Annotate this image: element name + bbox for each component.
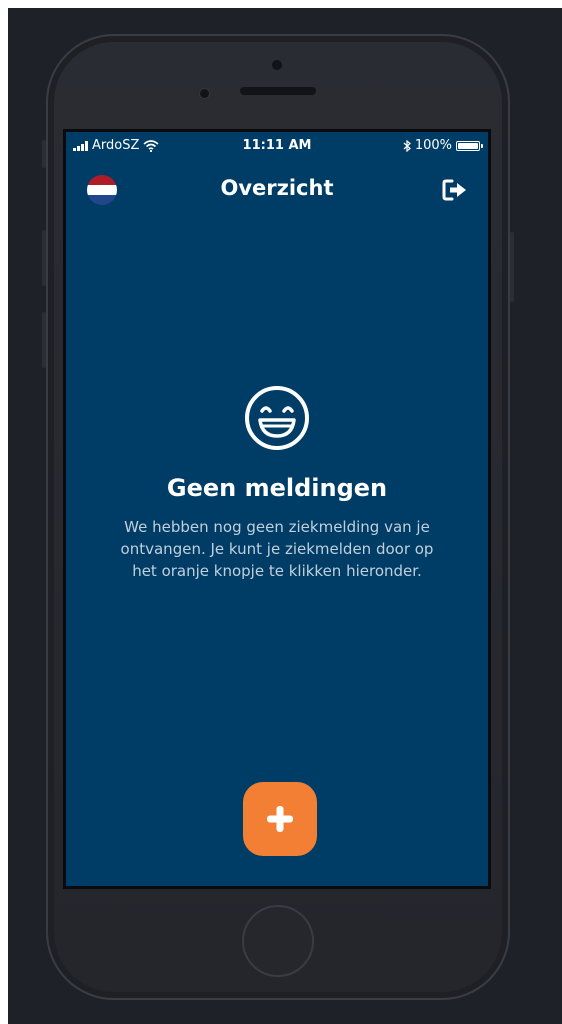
app-screen: ArdoSZ 11:11 AM 100% Overzicht Geen meld…: [63, 129, 491, 889]
empty-state-message: We hebben nog geen ziekmelding van je on…: [120, 518, 434, 580]
phone-volume-down-button: [42, 312, 46, 368]
page-title: Overzicht: [220, 176, 334, 200]
front-camera: [272, 60, 282, 70]
phone-mute-switch: [42, 140, 46, 168]
phone-home-button: [242, 905, 314, 977]
proximity-sensor: [199, 88, 210, 99]
empty-state: Geen meldingen We hebben nog geen ziekme…: [66, 384, 488, 582]
plus-icon: [267, 806, 293, 832]
smiley-icon: [245, 386, 309, 450]
phone-power-button: [510, 232, 514, 302]
add-sick-report-button[interactable]: [243, 782, 317, 856]
battery-percentage: 100%: [414, 138, 452, 153]
phone-volume-up-button: [42, 230, 46, 286]
earpiece-speaker: [240, 87, 316, 95]
bluetooth-icon: [403, 139, 411, 152]
status-bar: ArdoSZ 11:11 AM 100%: [66, 132, 488, 158]
navigation-bar: Overzicht: [66, 164, 488, 216]
logout-icon[interactable]: [442, 178, 468, 202]
empty-state-title: Geen meldingen: [166, 474, 388, 502]
status-right: 100%: [403, 138, 483, 153]
battery-icon: [456, 140, 483, 151]
